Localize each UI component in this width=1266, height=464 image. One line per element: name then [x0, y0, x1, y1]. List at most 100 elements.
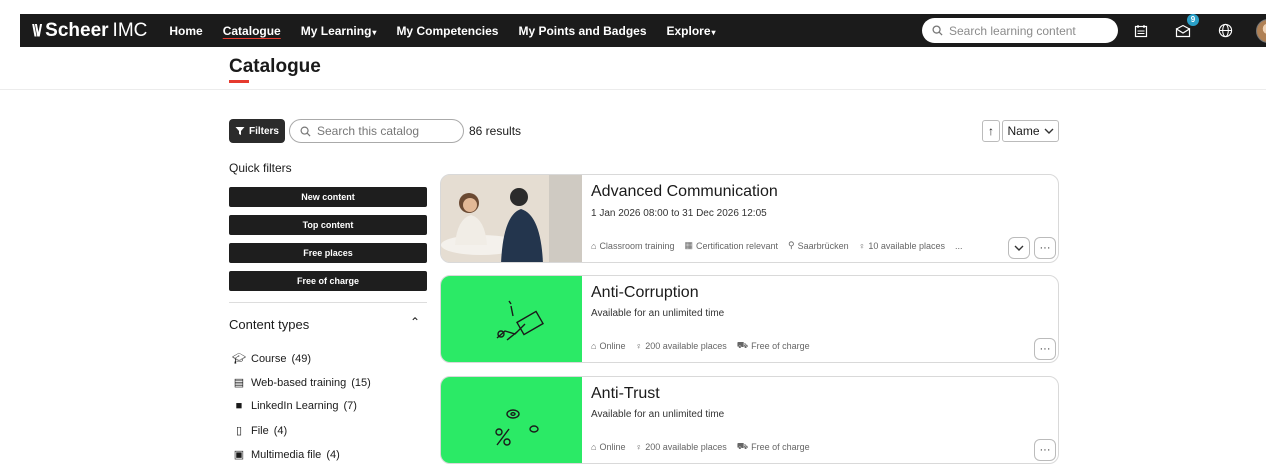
chevron-down-icon	[1014, 245, 1024, 251]
meta-places: ♀ 200 available places	[635, 441, 726, 453]
meta-places: ♀ 10 available places	[859, 240, 945, 251]
more-options-button[interactable]: ···	[1034, 338, 1056, 360]
quick-filter-free-places[interactable]: Free places	[229, 243, 427, 263]
card-title: Advanced Communication	[591, 183, 778, 200]
catalog-search-input[interactable]: Search this catalog	[289, 119, 464, 143]
content-type-count: (4)	[326, 448, 340, 461]
calendar-icon[interactable]	[1130, 20, 1152, 42]
content-type-course[interactable]: 🎓︎ Course (49)	[232, 352, 311, 366]
course-thumbnail	[441, 377, 582, 463]
meta-classroom: ⌂ Classroom training	[591, 240, 674, 251]
nav-my-competencies[interactable]: My Competencies	[396, 24, 498, 38]
chevron-down-icon: ▾	[372, 27, 377, 37]
seat-icon: ♀	[858, 240, 866, 251]
course-thumbnail-photo	[441, 175, 582, 262]
more-options-button[interactable]: ···	[1034, 237, 1056, 259]
meta-text: Free of charge	[751, 341, 810, 351]
cart-icon: ⛟	[736, 441, 749, 451]
global-search-input[interactable]: Search learning content	[922, 18, 1118, 43]
nav-catalogue-label: Catalogue	[222, 23, 281, 38]
ellipsis-icon: ···	[1039, 444, 1051, 456]
page-header	[0, 47, 1266, 90]
nav-catalogue[interactable]: Catalogue	[223, 24, 281, 38]
course-card-anti-corruption[interactable]: Anti-Corruption Available for an unlimit…	[440, 275, 1059, 363]
scheer-imc-logo[interactable]: \\/ Scheer IMC	[32, 20, 147, 42]
nav-points-badges[interactable]: My Points and Badges	[518, 24, 646, 38]
more-options-button[interactable]: ···	[1034, 439, 1056, 461]
quick-filter-new-content[interactable]: New content	[229, 187, 427, 207]
search-icon	[300, 126, 311, 137]
meta-more: ...	[954, 240, 963, 251]
arrow-up-icon: ↑	[988, 124, 994, 138]
global-search-placeholder: Search learning content	[949, 23, 1076, 38]
content-type-label: Course	[251, 352, 287, 365]
content-type-multimedia-file[interactable]: ▣ Multimedia file (4)	[232, 448, 340, 462]
ellipsis-icon: ···	[1039, 242, 1051, 254]
web-training-icon: ▤	[233, 377, 245, 389]
logo-name: Scheer	[45, 19, 109, 41]
nav-my-learning[interactable]: My Learning▾	[301, 24, 377, 38]
ellipsis-icon: ···	[1039, 343, 1051, 355]
meta-text: 200 available places	[645, 442, 727, 452]
seat-icon: ♀	[635, 442, 643, 452]
meta-text: 10 available places	[868, 240, 945, 251]
card-subtitle: 1 Jan 2026 08:00 to 31 Dec 2026 12:05	[591, 208, 767, 219]
meta-text: Online	[599, 341, 626, 351]
card-meta: ⌂ Classroom training ▦ Certification relev…	[591, 240, 962, 251]
nav-my-competencies-label: My Competencies	[396, 23, 499, 38]
meta-certification: ▦ Certification relevant	[684, 240, 778, 251]
content-type-file[interactable]: ▯ File (4)	[232, 424, 287, 438]
meta-text: 200 available places	[645, 341, 727, 351]
course-thumbnail	[441, 276, 582, 362]
logo-suffix: IMC	[112, 19, 148, 41]
graduation-cap-icon: ⌂	[591, 240, 597, 251]
course-card-advanced-communication[interactable]: Advanced Communication 1 Jan 2026 08:00 …	[440, 174, 1059, 263]
content-types-title: Content types	[229, 317, 310, 332]
meta-online: ⌂ Online	[591, 441, 625, 453]
results-count: 86 results	[469, 124, 522, 138]
catalog-search-placeholder: Search this catalog	[317, 124, 420, 138]
nav-explore[interactable]: Explore▾	[667, 24, 716, 38]
course-card-anti-trust[interactable]: Anti-Trust Available for an unlimited ti…	[440, 376, 1059, 464]
chevron-up-icon[interactable]: ⌃	[410, 315, 420, 329]
graduation-cap-icon: ⌂	[591, 442, 597, 452]
meta-text: Saarbrücken	[797, 240, 849, 251]
quick-filter-top-content[interactable]: Top content	[229, 215, 427, 235]
divider	[229, 302, 427, 303]
cart-icon: ⛟	[736, 340, 749, 350]
card-title: Anti-Trust	[591, 385, 660, 402]
sort-direction-button[interactable]: ↑	[982, 120, 1000, 142]
meta-text: Classroom training	[599, 240, 675, 251]
card-meta: ⌂ Online ♀ 200 available places ⛟ Free of c…	[591, 340, 810, 352]
sort-select[interactable]: Name	[1002, 120, 1059, 142]
seat-icon: ♀	[635, 341, 643, 351]
handshake-money-icon	[496, 300, 544, 341]
meta-price: ⛟ Free of charge	[737, 340, 810, 352]
multimedia-file-icon: ▣	[233, 449, 245, 461]
nav-home[interactable]: Home	[169, 24, 202, 38]
content-type-label: LinkedIn Learning	[251, 400, 339, 412]
quick-filters-title: Quick filters	[229, 161, 292, 175]
location-pin-icon: ⚲	[788, 240, 795, 250]
meta-text: Certification relevant	[695, 240, 779, 251]
percent-coins-icon	[495, 409, 539, 446]
chevron-down-icon	[1044, 128, 1053, 134]
card-subtitle: Available for an unlimited time	[591, 308, 725, 319]
inbox-icon[interactable]: 9	[1172, 13, 1199, 42]
content-type-linkedin-learning[interactable]: ■ LinkedIn Learning (7)	[232, 400, 357, 412]
content-type-web-based-training[interactable]: ▤ Web-based training (15)	[232, 376, 371, 390]
filters-button[interactable]: Filters	[229, 119, 285, 143]
filter-icon	[235, 127, 245, 135]
page-title: Catalogue	[229, 56, 321, 77]
top-navigation-bar: \\/ Scheer IMC Home Catalogue My Learnin…	[20, 13, 1266, 47]
chevron-down-icon: ▾	[711, 27, 716, 37]
notification-badge: 9	[1187, 13, 1199, 26]
nav-explore-label: Explore	[666, 23, 711, 38]
user-avatar[interactable]	[1256, 18, 1266, 43]
globe-icon[interactable]	[1214, 20, 1236, 42]
expand-button[interactable]	[1008, 237, 1030, 259]
nav-home-label: Home	[169, 23, 203, 38]
quick-filter-free-of-charge[interactable]: Free of charge	[229, 271, 427, 291]
main-nav: Home Catalogue My Learning▾ My Competenc…	[169, 24, 735, 38]
search-icon	[932, 25, 943, 36]
